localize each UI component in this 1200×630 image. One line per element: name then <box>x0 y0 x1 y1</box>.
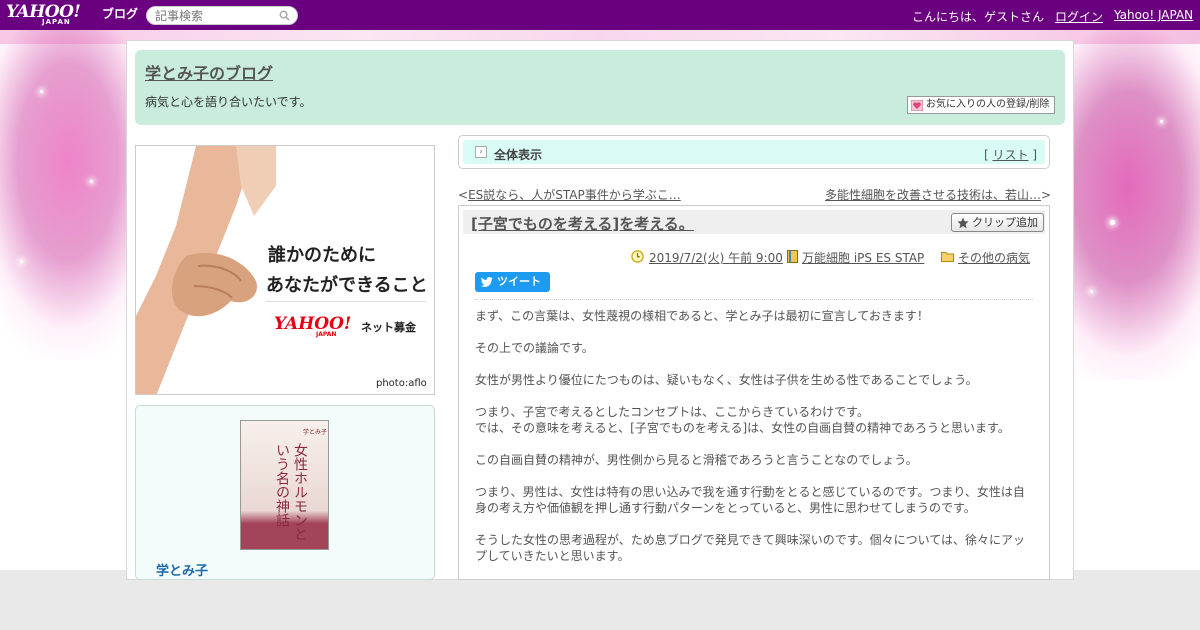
article-paragraph: この自画自賛の精神が、男性側から見ると滑稽であろうと言うことなのでしょう。 <box>475 453 918 467</box>
article-date-link[interactable]: 2019/7/2(火) 午前 9:00 <box>649 249 783 266</box>
folder-icon <box>941 252 954 262</box>
article-paragraph: つまり、子宮で考えるとしたコンセプトは、ここからきているわけです。 では、その意… <box>475 405 1010 435</box>
article-body: まず、この言葉は、女性蔑視の様相であると、学とみ子は最初に宣言しておきます！ そ… <box>475 308 1035 579</box>
sparkle <box>90 180 93 183</box>
tweet-button[interactable]: ツイート <box>475 272 550 292</box>
greeting-text: こんにちは、ゲストさん <box>912 10 1045 24</box>
tweet-label: ツイート <box>497 275 541 288</box>
yahoo-blog-logo[interactable]: YAHOO! JAPAN ブログ <box>6 2 141 28</box>
login-link[interactable]: ログイン <box>1055 8 1103 25</box>
logo-service: ブログ <box>102 7 139 21</box>
article-paragraph: その上での議論です。 <box>475 341 594 355</box>
ad-yahoo-logo-sub: JAPAN <box>316 331 337 338</box>
charity-ad-banner[interactable]: 誰かのために あなたができること YAHOO! JAPAN ネット募金 phot… <box>135 145 435 395</box>
ad-yahoo-logo: YAHOO! <box>274 314 352 334</box>
book-title: 女性ホルモンという名の神話 <box>274 443 308 541</box>
article-paragraph: まず、この言葉は、女性蔑視の様相であると、学とみ子は最初に宣言しておきます！ <box>475 309 929 323</box>
top-bar: YAHOO! JAPAN ブログ こんにちは、ゲストさん ログイン Yahoo!… <box>0 0 1200 30</box>
blog-description: 病気と心を語り合いたいです。 <box>145 95 312 109</box>
search-box <box>146 6 298 25</box>
prev-article-nav: <ES説なら、人がSTAP事件から学ぶこ… <box>458 186 681 203</box>
sparkle <box>20 260 23 263</box>
sparkle <box>1090 290 1093 293</box>
view-all-inner: › 全体表示 [ リスト ] <box>463 140 1045 164</box>
list-bracket-close: ] <box>1032 148 1037 162</box>
next-arrow: > <box>1041 188 1052 202</box>
list-link[interactable]: リスト <box>992 148 1028 162</box>
prev-article-link[interactable]: ES説なら、人がSTAP事件から学ぶこ… <box>468 188 681 202</box>
heart-icon <box>911 100 923 111</box>
article-meta: 2019/7/2(火) 午前 9:00 万能細胞 iPS ES STAP その他… <box>459 249 1035 265</box>
clip-add-button[interactable]: クリップ追加 <box>951 213 1044 232</box>
ad-headline-1: 誰かのために <box>268 245 376 266</box>
sparkle <box>40 90 43 93</box>
search-input[interactable] <box>155 9 275 23</box>
twitter-bird-icon <box>481 277 493 287</box>
sparkle <box>1110 220 1115 225</box>
profile-name-link[interactable]: 学とみ子 <box>156 560 208 579</box>
sparkle <box>1160 120 1163 123</box>
view-all-bar: › 全体表示 [ リスト ] <box>458 135 1050 169</box>
article-tag-link[interactable]: その他の病気 <box>958 249 1030 266</box>
clip-add-label: クリップ追加 <box>972 216 1038 229</box>
yahoo-japan-link[interactable]: Yahoo! JAPAN <box>1114 8 1193 22</box>
book-cover-image[interactable]: 学とみ子 女性ホルモンという名の神話 <box>240 420 329 550</box>
ad-divider <box>266 301 426 302</box>
ad-headline-2: あなたができること <box>266 275 428 296</box>
ad-photo-credit: photo:aflo <box>376 378 427 389</box>
list-bracket-open: [ <box>983 148 989 162</box>
search-icon[interactable] <box>279 10 290 21</box>
view-all-link[interactable]: 全体表示 <box>494 146 542 163</box>
ad-service-name: ネット募金 <box>361 321 416 334</box>
article-paragraph: 女性が男性より優位にたつものは、疑いもなく、女性は子供を生める性であることでしょ… <box>475 373 978 387</box>
blog-title[interactable]: 学とみ子のブログ <box>145 60 273 84</box>
article-divider <box>475 299 1033 300</box>
star-icon <box>957 217 969 229</box>
profile-box: 学とみ子 女性ホルモンという名の神話 学とみ子 <box>135 405 435 580</box>
blog-header: 学とみ子のブログ 病気と心を語り合いたいです。 お気に入りの人の登録/削除 <box>135 50 1065 125</box>
article-header: [子宮でものを考える]を考える。 クリップ追加 <box>463 210 1045 234</box>
chevron-right-icon: › <box>475 146 487 158</box>
favorite-register-label: お気に入りの人の登録/削除 <box>926 99 1050 110</box>
list-link-wrapper: [ リスト ] <box>984 146 1037 163</box>
favorite-register-button[interactable]: お気に入りの人の登録/削除 <box>907 96 1055 114</box>
next-article-nav: 多能性細胞を改善させる技術は、若山…> <box>825 186 1051 203</box>
book-author: 学とみ子 <box>303 429 328 436</box>
book-icon <box>787 250 798 263</box>
holding-hands-image <box>136 146 276 394</box>
article-title[interactable]: [子宮でものを考える]を考える。 <box>471 213 694 234</box>
article: [子宮でものを考える]を考える。 クリップ追加 2019/7/2(火) 午前 9… <box>458 205 1050 580</box>
next-article-link[interactable]: 多能性細胞を改善させる技術は、若山… <box>825 188 1041 202</box>
article-category-link[interactable]: 万能細胞 iPS ES STAP <box>802 249 924 266</box>
article-paragraph: そうした女性の思考過程が、ため息ブログで発見できて興味深いのです。個々については… <box>475 533 1025 563</box>
clock-icon <box>631 250 644 263</box>
prev-arrow: < <box>458 188 469 202</box>
logo-japan: JAPAN <box>42 18 71 26</box>
article-paragraph: つまり、男性は、女性は特有の思い込みで我を通す行動をとると感じているのです。つま… <box>475 485 1025 515</box>
